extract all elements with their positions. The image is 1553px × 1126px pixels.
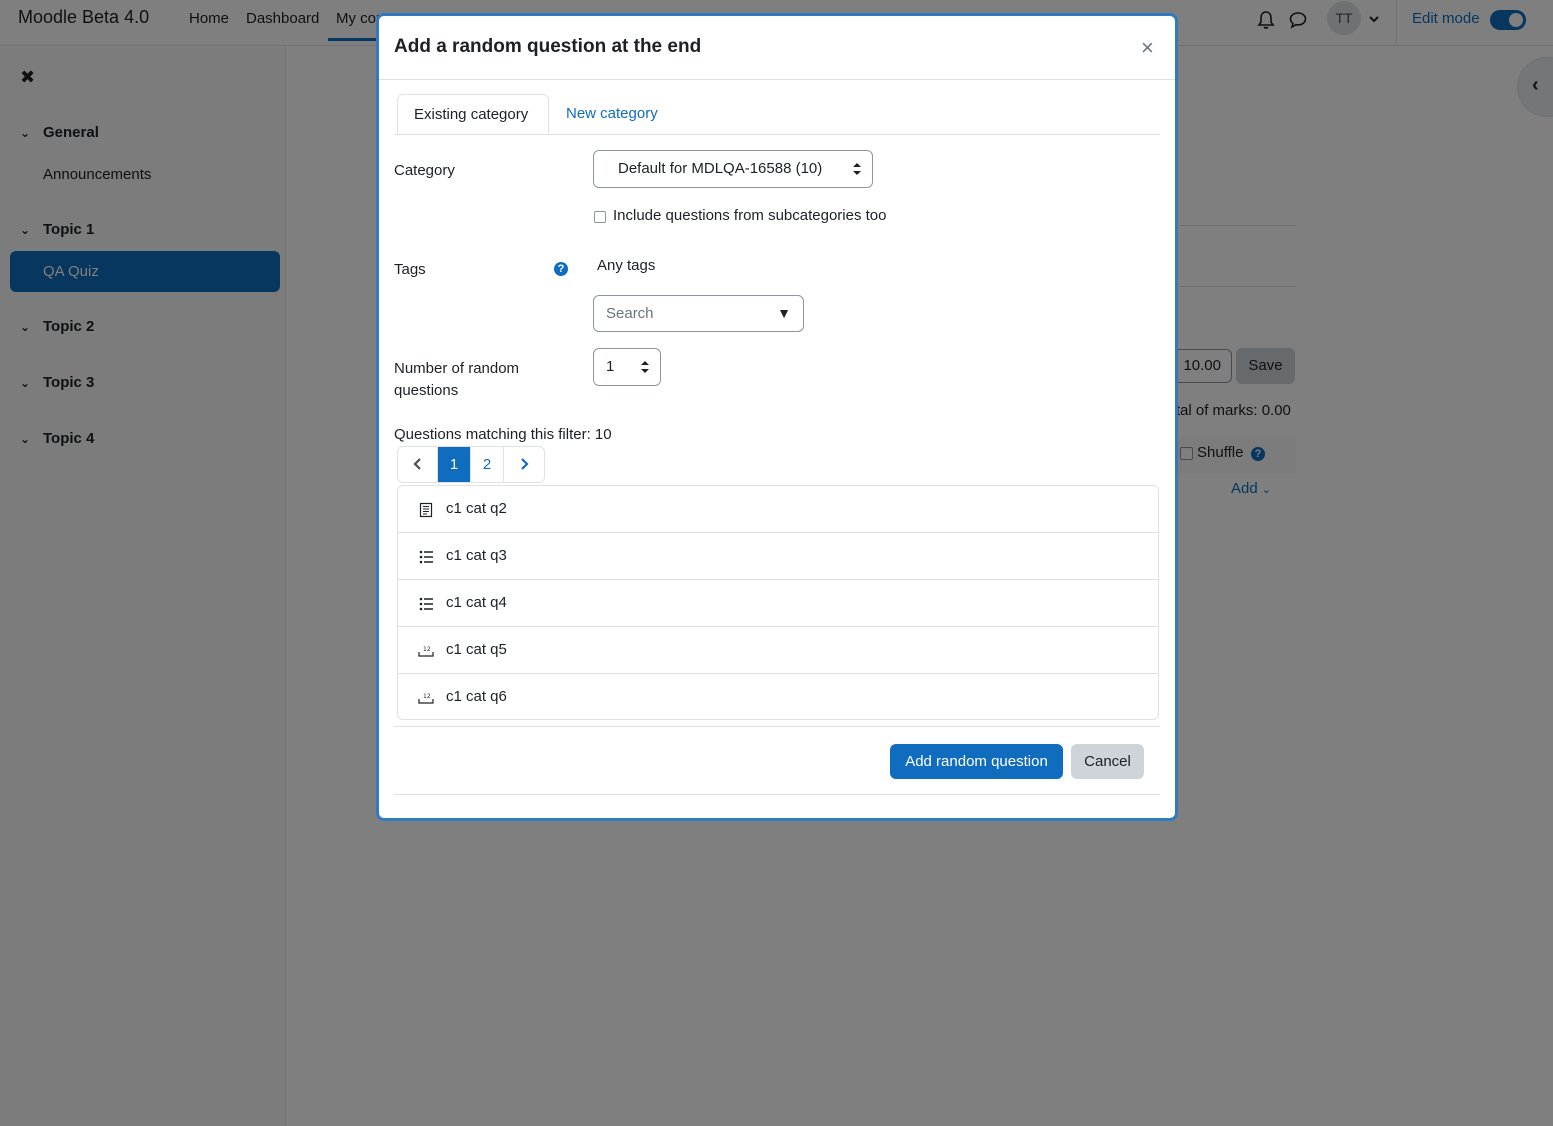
close-icon[interactable]: × [1141, 36, 1154, 60]
select-arrows-icon [641, 361, 649, 373]
cancel-button[interactable]: Cancel [1071, 744, 1144, 779]
svg-text:12: 12 [423, 693, 431, 700]
question-name: c1 cat q6 [446, 688, 507, 705]
divider [394, 794, 1160, 795]
dropdown-caret-icon[interactable]: ▼ [777, 296, 791, 331]
include-subcategories-checkbox[interactable] [594, 211, 606, 223]
page-1-button[interactable]: 1 [438, 447, 471, 482]
question-name: c1 cat q4 [446, 594, 507, 611]
list-item: c1 cat q4 [398, 580, 1158, 627]
tab-existing-category[interactable]: Existing category [397, 94, 549, 134]
chevron-left-icon [412, 458, 421, 470]
tab-new-category[interactable]: New category [550, 94, 674, 134]
help-icon[interactable]: ? [554, 262, 568, 276]
previous-page-button[interactable] [398, 447, 438, 482]
question-list: c1 cat q2 c1 cat q3 c1 cat q4 12 c1 cat … [397, 485, 1159, 720]
chevron-right-icon [521, 458, 529, 470]
category-select[interactable]: Default for MDLQA-16588 (10) [593, 150, 873, 188]
question-name: c1 cat q3 [446, 547, 507, 564]
svg-text:12: 12 [423, 646, 431, 653]
numerical-icon: 12 [418, 646, 434, 657]
page-2-button[interactable]: 2 [471, 447, 504, 482]
list-item: c1 cat q2 [398, 486, 1158, 533]
essay-icon [419, 502, 433, 518]
number-random-questions-label: Number of random questions [394, 360, 520, 399]
numerical-icon: 12 [418, 693, 434, 704]
list-item: 12 c1 cat q6 [398, 674, 1158, 719]
add-random-question-button[interactable]: Add random question [890, 744, 1063, 779]
category-label: Category [394, 162, 455, 179]
tags-search-input[interactable]: Search ▼ [593, 295, 804, 332]
category-select-value: Default for MDLQA-16588 (10) [618, 160, 823, 177]
divider [394, 726, 1160, 727]
include-subcategories-label[interactable]: Include questions from subcategories too [613, 207, 887, 224]
number-select-value: 1 [606, 358, 615, 375]
list-item: c1 cat q3 [398, 533, 1158, 580]
question-name: c1 cat q5 [446, 641, 507, 658]
pagination: 1 2 [397, 446, 545, 483]
number-random-questions-select[interactable]: 1 [593, 348, 661, 386]
tags-label: Tags [394, 261, 426, 278]
category-tabs: Existing category New category [394, 94, 1160, 135]
tags-selection-text: Any tags [597, 257, 656, 274]
random-question-modal: Add a random question at the end × Exist… [376, 13, 1178, 821]
modal-header: Add a random question at the end × [379, 16, 1175, 80]
multichoice-icon [419, 550, 433, 564]
search-placeholder: Search [606, 305, 654, 322]
question-name: c1 cat q2 [446, 500, 507, 517]
list-item: 12 c1 cat q5 [398, 627, 1158, 674]
matching-questions-count: Questions matching this filter: 10 [394, 426, 612, 443]
next-page-button[interactable] [504, 447, 544, 482]
modal-title: Add a random question at the end [394, 36, 702, 57]
select-arrows-icon [853, 163, 861, 175]
multichoice-icon [419, 597, 433, 611]
